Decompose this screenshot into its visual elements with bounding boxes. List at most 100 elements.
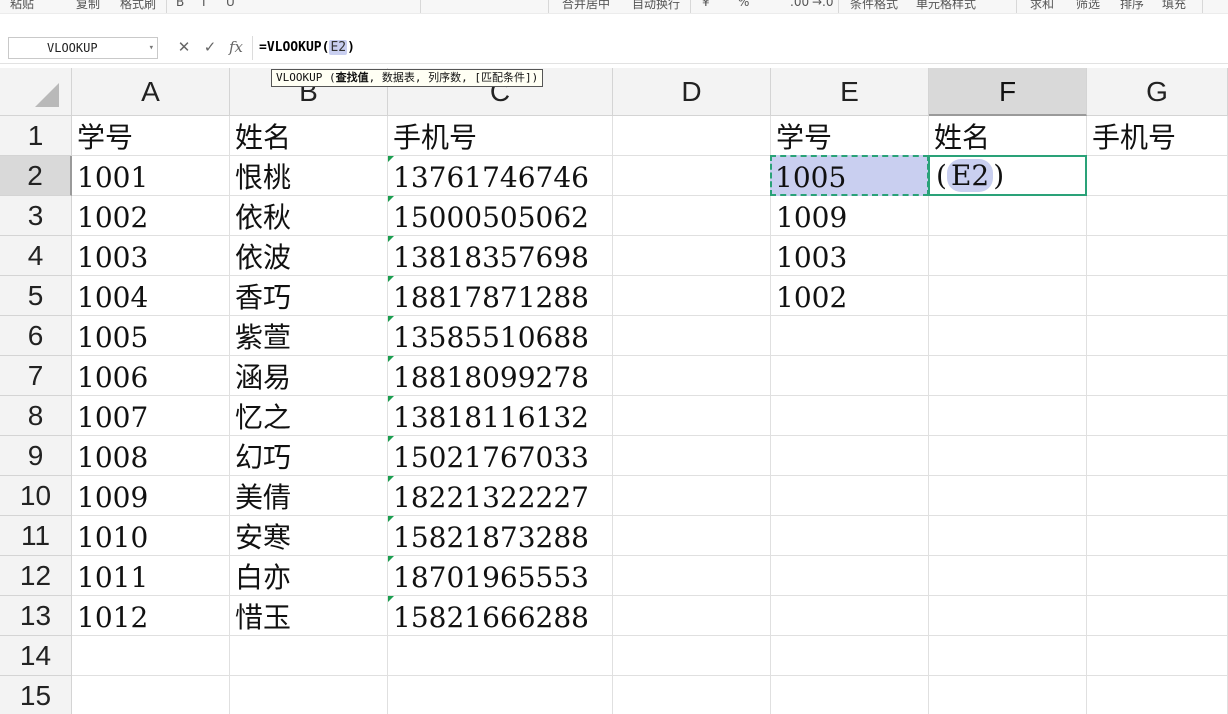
cell-c6[interactable]: 13585510688	[388, 316, 613, 356]
cell-d14[interactable]	[613, 636, 771, 676]
cell-g14[interactable]	[1087, 636, 1228, 676]
cell-a6[interactable]: 1005	[72, 316, 230, 356]
cell-d9[interactable]	[613, 436, 771, 476]
column-header-g[interactable]: G	[1087, 68, 1228, 116]
cell-d13[interactable]	[613, 596, 771, 636]
cell-a9[interactable]: 1008	[72, 436, 230, 476]
cell-d4[interactable]	[613, 236, 771, 276]
cell-c7[interactable]: 18818099278	[388, 356, 613, 396]
cell-d2[interactable]	[613, 156, 771, 196]
cell-a13[interactable]: 1012	[72, 596, 230, 636]
ribbon-item[interactable]: 单元格样式	[916, 0, 976, 12]
cell-a7[interactable]: 1006	[72, 356, 230, 396]
cell-g15[interactable]	[1087, 676, 1228, 714]
cell-e8[interactable]	[771, 396, 929, 436]
cell-c9[interactable]: 15021767033	[388, 436, 613, 476]
cell-d3[interactable]	[613, 196, 771, 236]
cell-c12[interactable]: 18701965553	[388, 556, 613, 596]
cell-f15[interactable]	[929, 676, 1087, 714]
cell-a4[interactable]: 1003	[72, 236, 230, 276]
cell-e11[interactable]	[771, 516, 929, 556]
cell-b4[interactable]: 依波	[230, 236, 388, 276]
cell-f12[interactable]	[929, 556, 1087, 596]
cell-d11[interactable]	[613, 516, 771, 556]
cell-a10[interactable]: 1009	[72, 476, 230, 516]
cell-e3[interactable]: 1009	[771, 196, 929, 236]
row-header-11[interactable]: 11	[0, 516, 72, 556]
cell-e14[interactable]	[771, 636, 929, 676]
cell-a11[interactable]: 1010	[72, 516, 230, 556]
cell-a15[interactable]	[72, 676, 230, 714]
cell-a3[interactable]: 1002	[72, 196, 230, 236]
ribbon-item[interactable]: 求和	[1030, 0, 1054, 12]
cell-c11[interactable]: 15821873288	[388, 516, 613, 556]
cell-b11[interactable]: 安寒	[230, 516, 388, 556]
cell-e13[interactable]	[771, 596, 929, 636]
insert-function-icon[interactable]: fx	[226, 36, 246, 58]
cell-f14[interactable]	[929, 636, 1087, 676]
ribbon-item[interactable]: 自动换行	[632, 0, 680, 12]
cell-g12[interactable]	[1087, 556, 1228, 596]
cell-d1[interactable]	[613, 116, 771, 156]
cell-b13[interactable]: 惜玉	[230, 596, 388, 636]
cell-e2[interactable]: 1005	[770, 155, 929, 196]
formula-input[interactable]: =VLOOKUP(E2)	[252, 36, 1228, 60]
chevron-down-icon[interactable]: ▾	[149, 38, 154, 58]
row-header-4[interactable]: 4	[0, 236, 72, 276]
cancel-icon[interactable]: ✕	[174, 36, 194, 58]
cell-f7[interactable]	[929, 356, 1087, 396]
ribbon-item[interactable]: B	[176, 0, 184, 9]
ribbon-item[interactable]: ¥	[702, 0, 710, 9]
cell-c13[interactable]: 15821666288	[388, 596, 613, 636]
cell-g6[interactable]	[1087, 316, 1228, 356]
cell-g8[interactable]	[1087, 396, 1228, 436]
row-header-7[interactable]: 7	[0, 356, 72, 396]
cell-f13[interactable]	[929, 596, 1087, 636]
cell-f5[interactable]	[929, 276, 1087, 316]
cell-g4[interactable]	[1087, 236, 1228, 276]
cell-d5[interactable]	[613, 276, 771, 316]
cell-b14[interactable]	[230, 636, 388, 676]
ribbon-item[interactable]: 条件格式	[850, 0, 898, 12]
cell-c14[interactable]	[388, 636, 613, 676]
cell-g9[interactable]	[1087, 436, 1228, 476]
cell-e12[interactable]	[771, 556, 929, 596]
cell-f10[interactable]	[929, 476, 1087, 516]
ribbon-item[interactable]: 合并居中	[562, 0, 610, 12]
cell-a2[interactable]: 1001	[72, 156, 230, 196]
ribbon-item[interactable]: .00	[790, 0, 809, 9]
cell-f9[interactable]	[929, 436, 1087, 476]
cell-b7[interactable]: 涵易	[230, 356, 388, 396]
row-header-6[interactable]: 6	[0, 316, 72, 356]
tooltip-current-argument[interactable]: 查找值	[336, 71, 369, 84]
cell-d6[interactable]	[613, 316, 771, 356]
row-header-15[interactable]: 15	[0, 676, 72, 714]
cell-d7[interactable]	[613, 356, 771, 396]
cell-c1[interactable]: 手机号	[388, 116, 613, 156]
cell-c3[interactable]: 15000505062	[388, 196, 613, 236]
cell-g2[interactable]	[1087, 156, 1228, 196]
cell-f3[interactable]	[929, 196, 1087, 236]
row-header-2[interactable]: 2	[0, 156, 72, 196]
ribbon-item[interactable]: 粘贴	[10, 0, 34, 12]
cell-a12[interactable]: 1011	[72, 556, 230, 596]
cell-f4[interactable]	[929, 236, 1087, 276]
cell-e9[interactable]	[771, 436, 929, 476]
cell-e6[interactable]	[771, 316, 929, 356]
cell-g13[interactable]	[1087, 596, 1228, 636]
ribbon-item[interactable]: 复制	[76, 0, 100, 12]
cell-b8[interactable]: 忆之	[230, 396, 388, 436]
cell-b2[interactable]: 恨桃	[230, 156, 388, 196]
confirm-icon[interactable]: ✓	[200, 36, 220, 58]
cell-g10[interactable]	[1087, 476, 1228, 516]
ribbon-item[interactable]: %	[738, 0, 749, 9]
column-header-a[interactable]: A	[72, 68, 230, 116]
cell-e7[interactable]	[771, 356, 929, 396]
cell-d12[interactable]	[613, 556, 771, 596]
row-header-14[interactable]: 14	[0, 636, 72, 676]
cell-e5[interactable]: 1002	[771, 276, 929, 316]
cell-g5[interactable]	[1087, 276, 1228, 316]
cell-f2-editing[interactable]: (E2)	[928, 155, 1087, 196]
cell-a14[interactable]	[72, 636, 230, 676]
cell-a8[interactable]: 1007	[72, 396, 230, 436]
